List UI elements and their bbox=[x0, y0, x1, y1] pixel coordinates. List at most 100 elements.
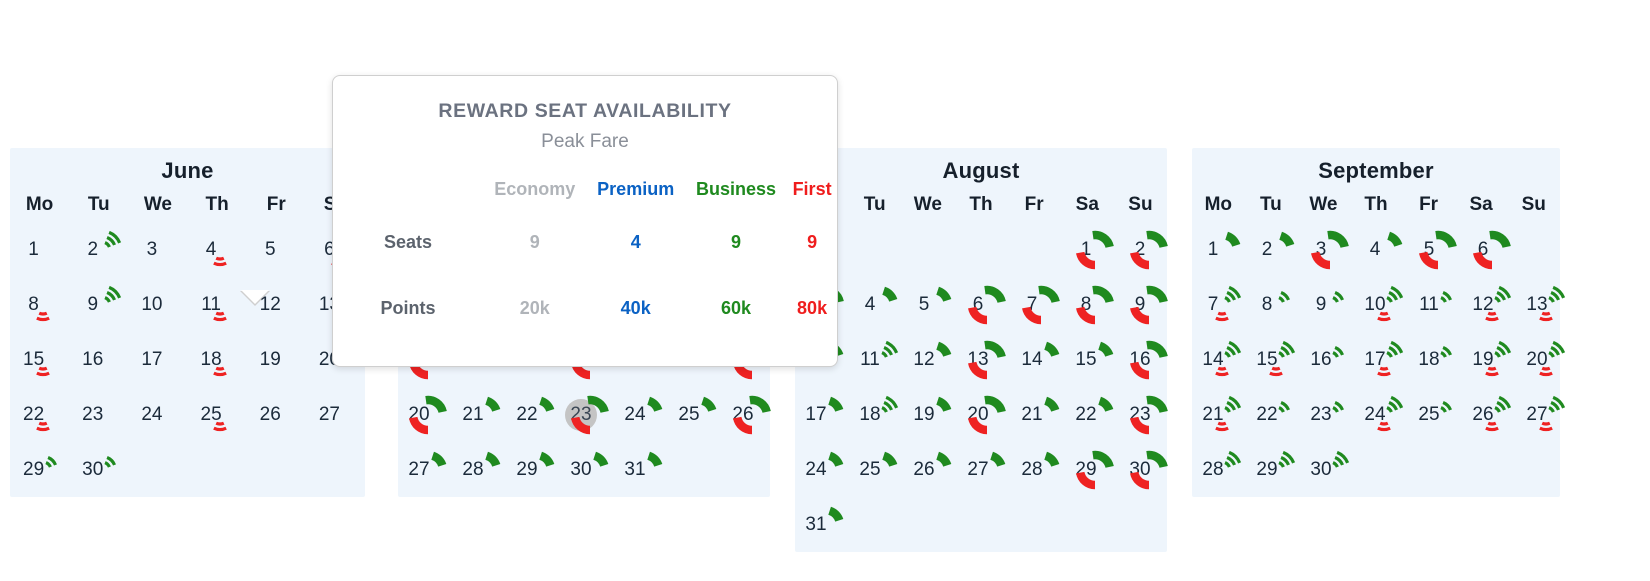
day-inner[interactable]: 23 bbox=[1300, 392, 1354, 438]
day-inner[interactable]: 5 bbox=[249, 227, 303, 273]
day-inner[interactable]: 25 bbox=[668, 392, 722, 438]
day-cell[interactable]: 30 bbox=[1300, 442, 1354, 497]
day-inner[interactable]: 30 bbox=[1119, 447, 1173, 493]
day-cell[interactable]: 11 bbox=[1408, 277, 1462, 332]
day-inner[interactable]: 7 bbox=[1192, 282, 1246, 328]
day-cell[interactable]: 28 bbox=[452, 442, 506, 497]
day-cell[interactable]: 9 bbox=[1300, 277, 1354, 332]
day-cell[interactable]: 22 bbox=[506, 387, 560, 442]
day-cell[interactable]: 4 bbox=[1354, 222, 1408, 277]
day-cell[interactable]: 15 bbox=[10, 332, 69, 387]
day-cell[interactable]: 30 bbox=[69, 442, 128, 497]
day-cell[interactable]: 30 bbox=[560, 442, 614, 497]
day-cell[interactable]: 11 bbox=[188, 277, 247, 332]
day-inner[interactable]: 6 bbox=[957, 282, 1011, 328]
day-cell[interactable]: 29 bbox=[10, 442, 69, 497]
day-inner[interactable] bbox=[849, 227, 903, 273]
day-cell[interactable]: 9 bbox=[1119, 277, 1173, 332]
day-cell[interactable]: 15 bbox=[1065, 332, 1119, 387]
day-cell[interactable] bbox=[1011, 222, 1065, 277]
day-cell[interactable]: 11 bbox=[849, 332, 903, 387]
day-cell[interactable]: 20 bbox=[957, 387, 1011, 442]
day-cell[interactable]: 7 bbox=[1011, 277, 1065, 332]
day-cell[interactable]: 18 bbox=[849, 387, 903, 442]
day-cell[interactable]: 26 bbox=[1462, 387, 1516, 442]
day-cell[interactable]: 24 bbox=[128, 387, 187, 442]
day-inner[interactable]: 7 bbox=[1011, 282, 1065, 328]
day-inner[interactable]: 30 bbox=[1300, 447, 1354, 493]
day-inner[interactable]: 4 bbox=[190, 227, 244, 273]
day-cell[interactable]: 4 bbox=[849, 277, 903, 332]
day-cell[interactable]: 25 bbox=[1408, 387, 1462, 442]
day-inner[interactable]: 25 bbox=[849, 447, 903, 493]
day-inner[interactable]: 19 bbox=[1462, 337, 1516, 383]
day-inner[interactable]: 23 bbox=[560, 392, 614, 438]
day-inner[interactable]: 6 bbox=[1462, 227, 1516, 273]
day-cell[interactable]: 23 bbox=[69, 387, 128, 442]
day-inner[interactable]: 9 bbox=[1300, 282, 1354, 328]
day-inner[interactable]: 28 bbox=[452, 447, 506, 493]
day-inner[interactable]: 28 bbox=[1011, 447, 1065, 493]
day-cell[interactable]: 10 bbox=[128, 277, 187, 332]
day-inner[interactable]: 26 bbox=[249, 392, 303, 438]
day-inner[interactable]: 11 bbox=[1408, 282, 1462, 328]
day-cell[interactable] bbox=[849, 222, 903, 277]
day-inner[interactable]: 8 bbox=[13, 282, 67, 328]
day-cell[interactable]: 21 bbox=[1192, 387, 1246, 442]
day-inner[interactable]: 27 bbox=[1516, 392, 1570, 438]
day-cell[interactable]: 1 bbox=[1192, 222, 1246, 277]
day-inner[interactable] bbox=[1011, 227, 1065, 273]
day-cell[interactable]: 18 bbox=[188, 332, 247, 387]
day-inner[interactable]: 25 bbox=[190, 392, 244, 438]
day-cell[interactable]: 17 bbox=[795, 387, 849, 442]
day-inner[interactable]: 26 bbox=[722, 392, 776, 438]
day-cell[interactable]: 5 bbox=[1408, 222, 1462, 277]
day-cell[interactable]: 1 bbox=[1065, 222, 1119, 277]
day-inner[interactable]: 3 bbox=[1300, 227, 1354, 273]
day-inner[interactable]: 5 bbox=[903, 282, 957, 328]
day-inner[interactable]: 26 bbox=[1462, 392, 1516, 438]
day-inner[interactable]: 17 bbox=[1354, 337, 1408, 383]
day-inner[interactable]: 26 bbox=[903, 447, 957, 493]
day-cell[interactable]: 8 bbox=[10, 277, 69, 332]
day-cell[interactable]: 27 bbox=[957, 442, 1011, 497]
day-cell[interactable]: 6 bbox=[1462, 222, 1516, 277]
day-cell[interactable]: 23 bbox=[560, 387, 614, 442]
day-cell[interactable]: 2 bbox=[1246, 222, 1300, 277]
day-inner[interactable]: 27 bbox=[398, 447, 452, 493]
day-cell[interactable]: 24 bbox=[795, 442, 849, 497]
day-cell[interactable]: 9 bbox=[69, 277, 128, 332]
day-inner[interactable]: 1 bbox=[1192, 227, 1246, 273]
day-inner[interactable]: 27 bbox=[957, 447, 1011, 493]
day-cell[interactable]: 20 bbox=[1516, 332, 1570, 387]
day-cell[interactable]: 18 bbox=[1408, 332, 1462, 387]
day-cell[interactable]: 5 bbox=[903, 277, 957, 332]
day-cell[interactable]: 19 bbox=[247, 332, 306, 387]
day-inner[interactable]: 21 bbox=[452, 392, 506, 438]
day-cell[interactable]: 14 bbox=[1011, 332, 1065, 387]
day-cell[interactable]: 27 bbox=[1516, 387, 1570, 442]
day-inner[interactable]: 16 bbox=[1119, 337, 1173, 383]
day-inner[interactable]: 29 bbox=[1246, 447, 1300, 493]
day-inner[interactable]: 20 bbox=[398, 392, 452, 438]
day-inner[interactable]: 14 bbox=[1192, 337, 1246, 383]
day-cell[interactable]: 1 bbox=[10, 222, 69, 277]
day-cell[interactable]: 29 bbox=[1246, 442, 1300, 497]
day-cell[interactable]: 13 bbox=[957, 332, 1011, 387]
day-inner[interactable] bbox=[957, 227, 1011, 273]
day-inner[interactable]: 15 bbox=[1246, 337, 1300, 383]
day-inner[interactable]: 20 bbox=[957, 392, 1011, 438]
day-cell[interactable]: 23 bbox=[1300, 387, 1354, 442]
day-cell[interactable] bbox=[957, 222, 1011, 277]
day-cell[interactable]: 29 bbox=[1065, 442, 1119, 497]
day-inner[interactable]: 13 bbox=[1516, 282, 1570, 328]
day-cell[interactable]: 20 bbox=[398, 387, 452, 442]
day-inner[interactable]: 18 bbox=[190, 337, 244, 383]
day-inner[interactable]: 23 bbox=[1119, 392, 1173, 438]
day-cell[interactable]: 30 bbox=[1119, 442, 1173, 497]
day-cell[interactable]: 12 bbox=[903, 332, 957, 387]
day-cell[interactable]: 15 bbox=[1246, 332, 1300, 387]
day-inner[interactable]: 9 bbox=[72, 282, 126, 328]
day-inner[interactable]: 2 bbox=[72, 227, 126, 273]
day-cell[interactable]: 27 bbox=[398, 442, 452, 497]
